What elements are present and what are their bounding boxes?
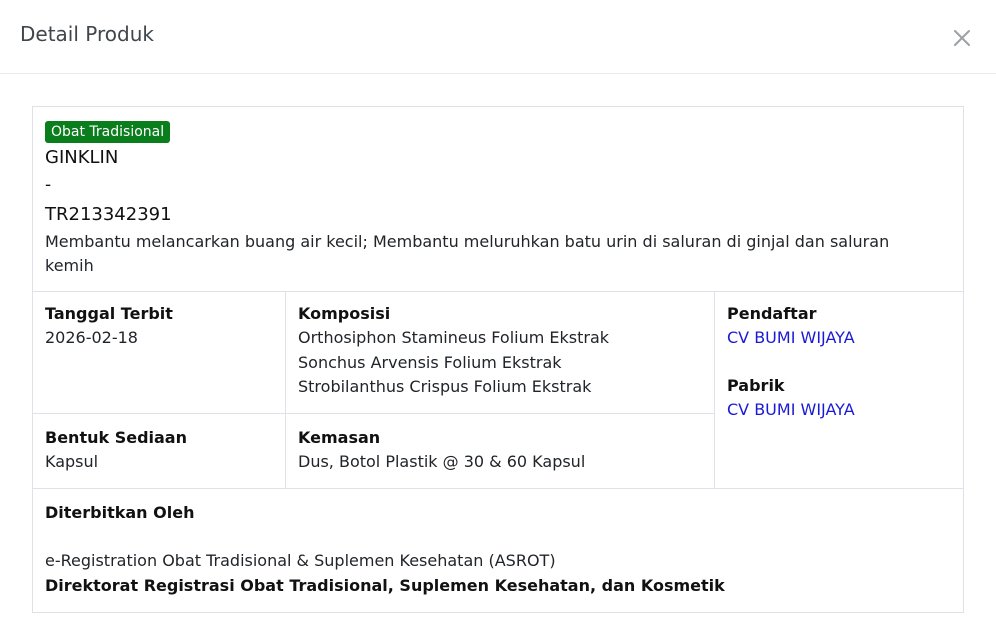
divider bbox=[33, 291, 963, 292]
manufacturer-label: Pabrik bbox=[727, 376, 785, 395]
close-icon bbox=[950, 26, 974, 50]
product-detail-card: Obat Tradisional GINKLIN - TR213342391 M… bbox=[32, 106, 964, 613]
registrant-cell: Pendaftar CV BUMI WIJAYA Pabrik CV BUMI … bbox=[727, 302, 855, 422]
registration-number: TR213342391 bbox=[45, 204, 172, 225]
dosage-form-label: Bentuk Sediaan bbox=[45, 428, 187, 447]
registrant-label: Pendaftar bbox=[727, 304, 817, 323]
divider bbox=[33, 413, 714, 414]
issuer-directorate: Direktorat Registrasi Obat Tradisional, … bbox=[45, 575, 725, 595]
issue-date-label: Tanggal Terbit bbox=[45, 304, 173, 323]
packaging-value: Dus, Botol Plastik @ 30 & 60 Kapsul bbox=[298, 452, 586, 471]
divider bbox=[33, 488, 963, 489]
product-description: Membantu melancarkan buang air kecil; Me… bbox=[45, 232, 890, 275]
dosage-form-cell: Bentuk Sediaan Kapsul bbox=[45, 426, 187, 475]
composition-cell: Komposisi Orthosiphon Stamineus Folium E… bbox=[298, 302, 609, 400]
composition-label: Komposisi bbox=[298, 304, 391, 323]
divider bbox=[714, 291, 715, 489]
product-name: GINKLIN bbox=[45, 147, 119, 168]
composition-item: Orthosiphon Stamineus Folium Ekstrak bbox=[298, 328, 610, 347]
issuer-label: Diterbitkan Oleh bbox=[45, 503, 195, 522]
modal-title: Detail Produk bbox=[20, 22, 154, 46]
divider bbox=[285, 291, 286, 489]
issue-date-value: 2026-02-18 bbox=[45, 328, 138, 347]
dosage-form-value: Kapsul bbox=[45, 452, 99, 471]
packaging-label: Kemasan bbox=[298, 428, 381, 447]
modal-header: Detail Produk bbox=[0, 0, 996, 74]
issuer-cell: Diterbitkan Oleh e-Registration Obat Tra… bbox=[45, 501, 945, 598]
composition-item: Strobilanthus Crispus Folium Ekstrak bbox=[298, 377, 592, 396]
registrant-link[interactable]: CV BUMI WIJAYA bbox=[727, 326, 855, 350]
product-subtitle: - bbox=[45, 175, 52, 195]
composition-item: Sonchus Arvensis Folium Ekstrak bbox=[298, 352, 562, 372]
manufacturer-link[interactable]: CV BUMI WIJAYA bbox=[727, 398, 855, 422]
packaging-cell: Kemasan Dus, Botol Plastik @ 30 & 60 Kap… bbox=[298, 426, 585, 475]
close-button[interactable] bbox=[950, 26, 974, 50]
category-badge: Obat Tradisional bbox=[45, 121, 171, 143]
issue-date-cell: Tanggal Terbit 2026-02-18 bbox=[45, 302, 173, 351]
issuer-system: e-Registration Obat Tradisional & Suplem… bbox=[45, 551, 556, 570]
